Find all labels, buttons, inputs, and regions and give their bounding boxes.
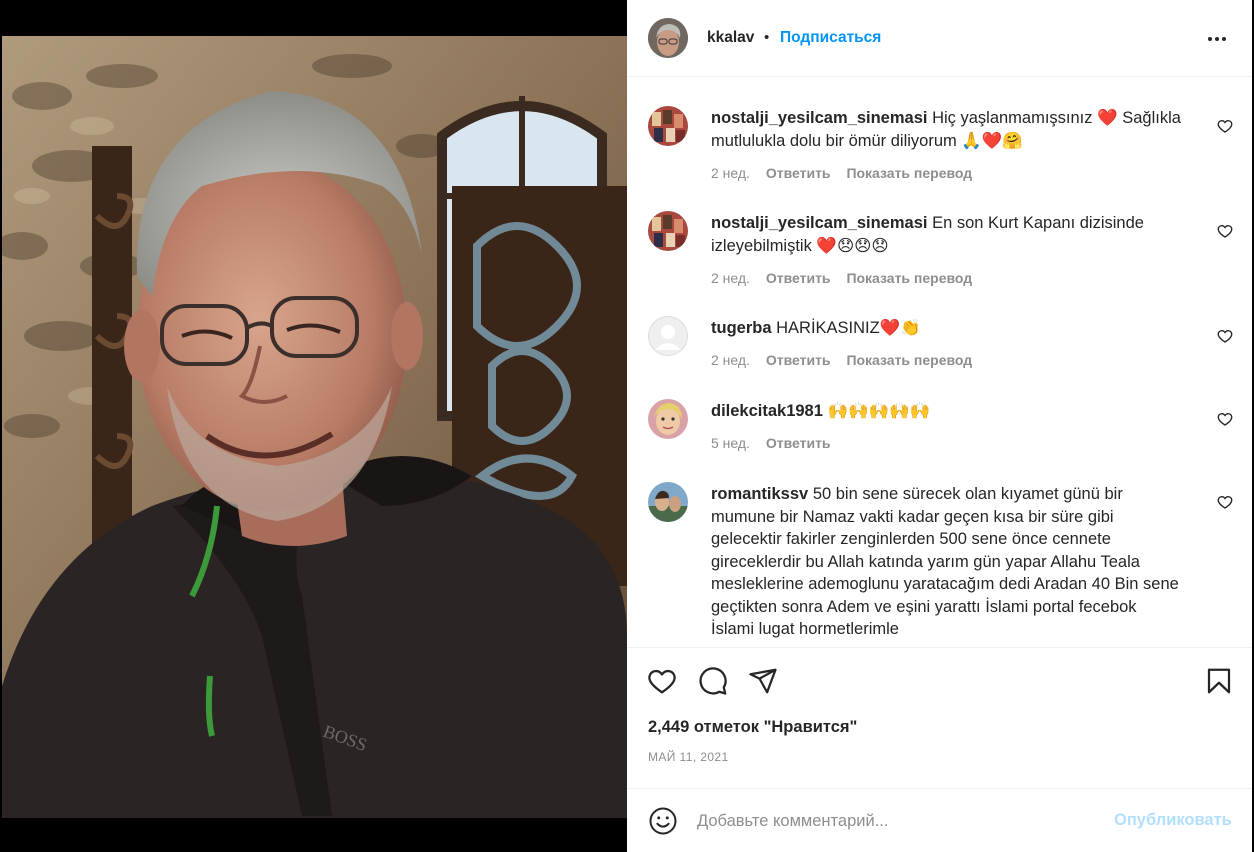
comment-item: nostalji_yesilcam_sinemasi En son Kurt K… [627, 211, 1252, 311]
comment-item: romantikssv 50 bin sene sürecek olan kıy… [627, 482, 1252, 646]
author-username[interactable]: kkalav [707, 29, 754, 47]
comment-text: HARİKASINIZ❤️👏 [776, 319, 921, 337]
comment-meta: 2 нед. Ответить Показать перевод [711, 352, 984, 368]
comment-body: romantikssv 50 bin sene sürecek olan kıy… [711, 483, 1181, 641]
smiley-icon [649, 807, 677, 835]
post-actions: 2,449 отметок "Нравится" МАЙ 11, 2021 [627, 647, 1252, 797]
commenter-avatar-image [648, 482, 688, 522]
comment-button[interactable] [698, 666, 728, 696]
heart-icon [1217, 225, 1233, 238]
post-photo[interactable]: BOSS [2, 36, 627, 818]
comment-like-button[interactable] [1217, 494, 1233, 510]
publish-button[interactable]: Опубликовать [1114, 811, 1232, 830]
post-panel: kkalav • Подписаться nostalji_yesilcam_s… [627, 0, 1252, 852]
heart-icon [1217, 496, 1233, 509]
commenter-avatar[interactable] [648, 316, 688, 356]
translate-button[interactable]: Показать перевод [846, 352, 972, 368]
bookmark-icon [1207, 668, 1231, 694]
comment-age: 2 нед. [711, 165, 750, 181]
separator-dot: • [764, 29, 770, 46]
comment-body: tugerba HARİKASINIZ❤️👏 [711, 317, 1181, 340]
comment-input[interactable] [697, 807, 1097, 835]
reply-button[interactable]: Ответить [766, 165, 831, 181]
comment-item: dilekcitak1981 🙌🙌🙌🙌🙌 5 нед. Ответить [627, 399, 1252, 479]
commenter-avatar[interactable] [648, 399, 688, 439]
photo-pane: BOSS [0, 0, 627, 852]
comment-username[interactable]: romantikssv [711, 485, 808, 503]
translate-button[interactable]: Показать перевод [846, 270, 972, 286]
follow-button[interactable]: Подписаться [780, 29, 881, 47]
comment-username[interactable]: nostalji_yesilcam_sinemasi [711, 214, 927, 232]
heart-icon [648, 669, 676, 694]
comment-username[interactable]: tugerba [711, 319, 772, 337]
comment-like-button[interactable] [1217, 223, 1233, 239]
commenter-avatar-image [648, 106, 688, 146]
emoji-button[interactable] [648, 806, 678, 836]
default-avatar-icon [648, 316, 688, 356]
author-avatar[interactable] [648, 18, 688, 58]
save-button[interactable] [1204, 666, 1234, 696]
comments-list[interactable]: nostalji_yesilcam_sinemasi Hiç yaşlanmam… [627, 78, 1252, 646]
comment-composer: Опубликовать [627, 788, 1252, 852]
heart-icon [1217, 413, 1233, 426]
reply-button[interactable]: Ответить [766, 352, 831, 368]
reply-button[interactable]: Ответить [766, 270, 831, 286]
comment-like-button[interactable] [1217, 411, 1233, 427]
heart-icon [1217, 330, 1233, 343]
author-avatar-image [648, 18, 688, 58]
share-icon [749, 668, 777, 694]
commenter-avatar-image [648, 399, 688, 439]
like-button[interactable] [647, 666, 677, 696]
post-date: МАЙ 11, 2021 [648, 750, 729, 764]
comment-age: 2 нед. [711, 352, 750, 368]
comment-body: nostalji_yesilcam_sinemasi En son Kurt K… [711, 212, 1181, 257]
photo-illustration: BOSS [2, 36, 627, 818]
comment-like-button[interactable] [1217, 118, 1233, 134]
commenter-avatar[interactable] [648, 211, 688, 251]
comment-username[interactable]: nostalji_yesilcam_sinemasi [711, 109, 927, 127]
comment-age: 2 нед. [711, 270, 750, 286]
comment-text: 50 bin sene sürecek olan kıyamet günü bi… [711, 485, 1179, 638]
comment-item: tugerba HARİKASINIZ❤️👏 2 нед. Ответить П… [627, 316, 1252, 396]
post-header: kkalav • Подписаться [627, 0, 1252, 77]
share-button[interactable] [748, 666, 778, 696]
comment-meta: 2 нед. Ответить Показать перевод [711, 270, 984, 286]
comment-meta: 5 нед. Ответить [711, 435, 843, 451]
more-options-icon [1208, 37, 1226, 41]
comment-username[interactable]: dilekcitak1981 [711, 402, 823, 420]
comment-meta: 2 нед. Ответить Показать перевод [711, 165, 984, 181]
translate-button[interactable]: Показать перевод [846, 165, 972, 181]
comment-body: dilekcitak1981 🙌🙌🙌🙌🙌 [711, 400, 1181, 423]
more-options-button[interactable] [1205, 28, 1229, 50]
commenter-avatar[interactable] [648, 482, 688, 522]
comment-age: 5 нед. [711, 435, 750, 451]
comment-like-button[interactable] [1217, 328, 1233, 344]
comment-icon [699, 667, 727, 695]
comment-text: 🙌🙌🙌🙌🙌 [827, 402, 931, 420]
commenter-avatar-image [648, 211, 688, 251]
commenter-avatar[interactable] [648, 106, 688, 146]
reply-button[interactable]: Ответить [766, 435, 831, 451]
comment-body: nostalji_yesilcam_sinemasi Hiç yaşlanmam… [711, 107, 1181, 152]
comment-item: nostalji_yesilcam_sinemasi Hiç yaşlanmam… [627, 106, 1252, 206]
likes-count[interactable]: 2,449 отметок "Нравится" [648, 718, 857, 737]
heart-icon [1217, 120, 1233, 133]
